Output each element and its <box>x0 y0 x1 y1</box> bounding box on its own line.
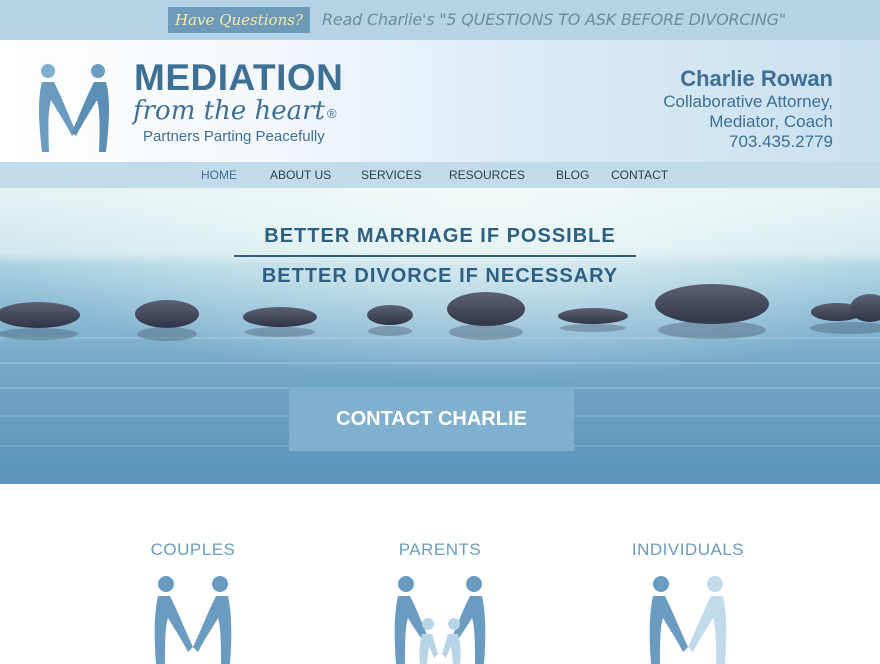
attorney-name: Charlie Rowan <box>680 66 833 91</box>
hero-heading-line1: BETTER MARRIAGE IF POSSIBLE <box>264 225 616 247</box>
nav-item-home[interactable]: HOME <box>201 162 237 188</box>
contact-charlie-button[interactable]: CONTACT CHARLIE <box>289 387 574 451</box>
audience-label-couples: COUPLES <box>150 540 236 559</box>
individual-figures-icon[interactable] <box>643 574 733 664</box>
have-questions-badge[interactable]: Have Questions? <box>168 7 310 33</box>
phone-number[interactable]: 703.435.2779 <box>663 132 833 152</box>
nav-item-contact[interactable]: CONTACT <box>611 162 668 188</box>
nav-item-about-us[interactable]: ABOUT US <box>270 162 331 188</box>
couple-figures-icon[interactable] <box>148 574 238 664</box>
nav-item-resources[interactable]: RESOURCES <box>449 162 525 188</box>
logo-title: MEDIATION <box>134 57 344 98</box>
contact-info: Charlie Rowan Collaborative Attorney, Me… <box>663 66 833 152</box>
logo-script-text: from the heart <box>133 96 325 126</box>
audience-parents[interactable]: PARENTS <box>340 540 540 664</box>
attorney-title-line2: Mediator, Coach <box>709 112 833 131</box>
audience-couples[interactable]: COUPLES <box>93 540 293 664</box>
registered-mark: ® <box>327 106 337 121</box>
hero-divider <box>234 255 636 257</box>
family-figures-icon[interactable] <box>392 574 488 664</box>
hero-heading-line2: BETTER DIVORCE IF NECESSARY <box>261 265 619 287</box>
audience-individuals[interactable]: INDIVIDUALS <box>588 540 788 664</box>
questions-article-link[interactable]: Read Charlie's "5 QUESTIONS TO ASK BEFOR… <box>322 8 786 32</box>
logo-figures-icon[interactable] <box>36 62 112 154</box>
attorney-title-line1: Collaborative Attorney, <box>663 92 833 111</box>
audience-label-individuals: INDIVIDUALS <box>631 540 745 559</box>
top-announcement-bar: Have Questions? Read Charlie's "5 QUESTI… <box>0 0 880 40</box>
audience-label-parents: PARENTS <box>398 540 482 559</box>
main-nav: HOME ABOUT US SERVICES RESOURCES BLOG CO… <box>0 162 880 188</box>
nav-item-blog[interactable]: BLOG <box>556 162 589 188</box>
hero-banner: BETTER MARRIAGE IF POSSIBLE BETTER DIVOR… <box>0 188 880 484</box>
site-header: MEDIATION from the heart ® Partners Part… <box>0 40 880 162</box>
nav-item-services[interactable]: SERVICES <box>361 162 421 188</box>
logo-tagline: Partners Parting Peacefully <box>143 128 325 145</box>
